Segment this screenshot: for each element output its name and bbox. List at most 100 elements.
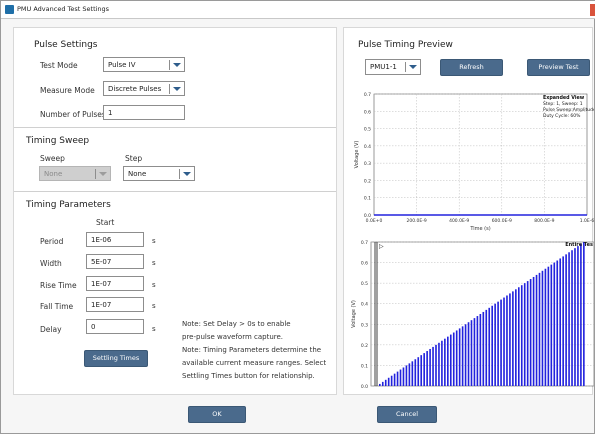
pulse-bar (559, 258, 562, 386)
dropdown-separator (169, 60, 170, 70)
pulse-bar (529, 279, 532, 386)
dropdown-separator (179, 169, 180, 179)
sweep-label: Sweep (40, 154, 65, 163)
pulse-bar (568, 252, 570, 386)
pulse-bar (532, 276, 535, 386)
chevron-down-icon (183, 172, 191, 176)
measure-mode-value: Discrete Pulses (108, 85, 162, 93)
note-line: pre-pulse waveform capture. (182, 333, 284, 341)
pulse-bar (402, 367, 405, 386)
pulse-bar (526, 281, 529, 386)
pulse-bar (512, 291, 514, 386)
rise-time-unit: s (152, 281, 156, 289)
chevron-down-icon (99, 172, 107, 176)
pulse-bar (547, 266, 550, 386)
fall-time-input[interactable]: 1E-07 (86, 297, 144, 312)
width-label: Width (40, 259, 62, 268)
rise-time-input[interactable]: 1E-07 (86, 276, 144, 291)
y-tick-label: 0.1 (361, 363, 368, 369)
y-tick-label: 0.7 (361, 240, 368, 246)
width-input[interactable]: 5E-07 (86, 254, 144, 269)
chevron-down-icon (173, 63, 181, 67)
width-unit: s (152, 259, 156, 267)
delay-label: Delay (40, 325, 62, 334)
pulse-bar (485, 309, 488, 386)
pulse-bar (393, 373, 396, 386)
pulse-bar (414, 359, 417, 386)
app-icon (5, 5, 14, 14)
window-title: PMU Advanced Test Settings (17, 5, 110, 13)
pulse-bar (464, 324, 467, 386)
pulse-bar (417, 357, 420, 386)
measure-mode-label: Measure Mode (40, 86, 95, 95)
y-tick-label: 0.6 (361, 261, 368, 267)
pulse-bar (491, 305, 493, 386)
sweep-value: None (44, 170, 63, 178)
pulse-bar (571, 250, 573, 386)
timing-sweep-heading: Timing Sweep (26, 136, 90, 146)
annotation-title: Entire Tes (565, 242, 593, 248)
measure-mode-select[interactable]: Discrete Pulses (103, 81, 185, 96)
pulse-bar (544, 268, 547, 386)
pulse-bar (473, 318, 476, 386)
pulse-bar (420, 355, 423, 386)
pulse-bar (500, 299, 502, 386)
sweep-select[interactable]: None (39, 166, 111, 181)
fall-time-unit: s (152, 302, 156, 310)
pulse-bar (435, 344, 437, 386)
pulse-bar (423, 353, 425, 386)
num-pulses-input[interactable]: 1 (103, 105, 185, 120)
note-line: Note: Timing Parameters determine the (182, 346, 322, 354)
app-window: PMU Advanced Test Settings Pulse Setting… (0, 0, 595, 434)
timing-notes: Note: Set Delay > 0s to enable pre-pulse… (182, 318, 337, 383)
pulse-bar (520, 285, 523, 386)
section-divider (14, 127, 336, 128)
pulse-bar (488, 307, 491, 386)
step-select[interactable]: None (123, 166, 195, 181)
note-line: Note: Set Delay > 0s to enable (182, 320, 291, 328)
pulse-bar (476, 316, 479, 386)
pulse-bar (405, 365, 408, 386)
step-value: None (128, 170, 147, 178)
dropdown-separator (169, 84, 170, 94)
pulse-bar (408, 363, 411, 386)
pulse-bar (470, 320, 473, 386)
pulse-bar (574, 248, 576, 386)
pulse-bar (396, 371, 399, 386)
settling-times-button[interactable]: Settling Times (84, 350, 148, 367)
pulse-bar (556, 260, 559, 386)
cancel-button[interactable]: Cancel (377, 406, 437, 423)
delay-input[interactable]: 0 (86, 319, 144, 334)
pulse-bar (449, 334, 452, 386)
pulse-bar (503, 297, 505, 386)
pulse-bar (565, 254, 567, 386)
note-line: available current measure ranges. Select (182, 359, 327, 367)
pulse-bar (535, 274, 538, 386)
test-mode-select[interactable]: Pulse IV (103, 57, 185, 72)
period-label: Period (40, 237, 64, 246)
test-mode-label: Test Mode (40, 61, 78, 70)
start-column-label: Start (96, 218, 115, 227)
pulse-bar (458, 328, 461, 386)
pulse-bar (429, 348, 431, 386)
pulse-bar (497, 301, 499, 386)
pulse-bar (553, 262, 556, 386)
period-unit: s (152, 237, 156, 245)
step-label: Step (125, 154, 143, 163)
pulse-bar (523, 283, 526, 386)
dropdown-separator (95, 169, 96, 179)
pulse-bar (577, 246, 579, 386)
y-tick-label: 0.3 (361, 322, 368, 328)
section-divider (14, 191, 336, 192)
y-tick-label: 0.0 (361, 384, 368, 390)
test-mode-value: Pulse IV (108, 61, 136, 69)
pulse-bar (509, 293, 511, 386)
pulse-bar (455, 330, 458, 386)
ok-button[interactable]: OK (188, 406, 246, 423)
delay-unit: s (152, 325, 156, 333)
period-input[interactable]: 1E-06 (86, 232, 144, 247)
y-tick-label: 0.2 (361, 343, 368, 349)
pulse-bar (467, 322, 470, 386)
rise-time-label: Rise Time (40, 281, 77, 290)
close-button[interactable] (590, 4, 595, 16)
